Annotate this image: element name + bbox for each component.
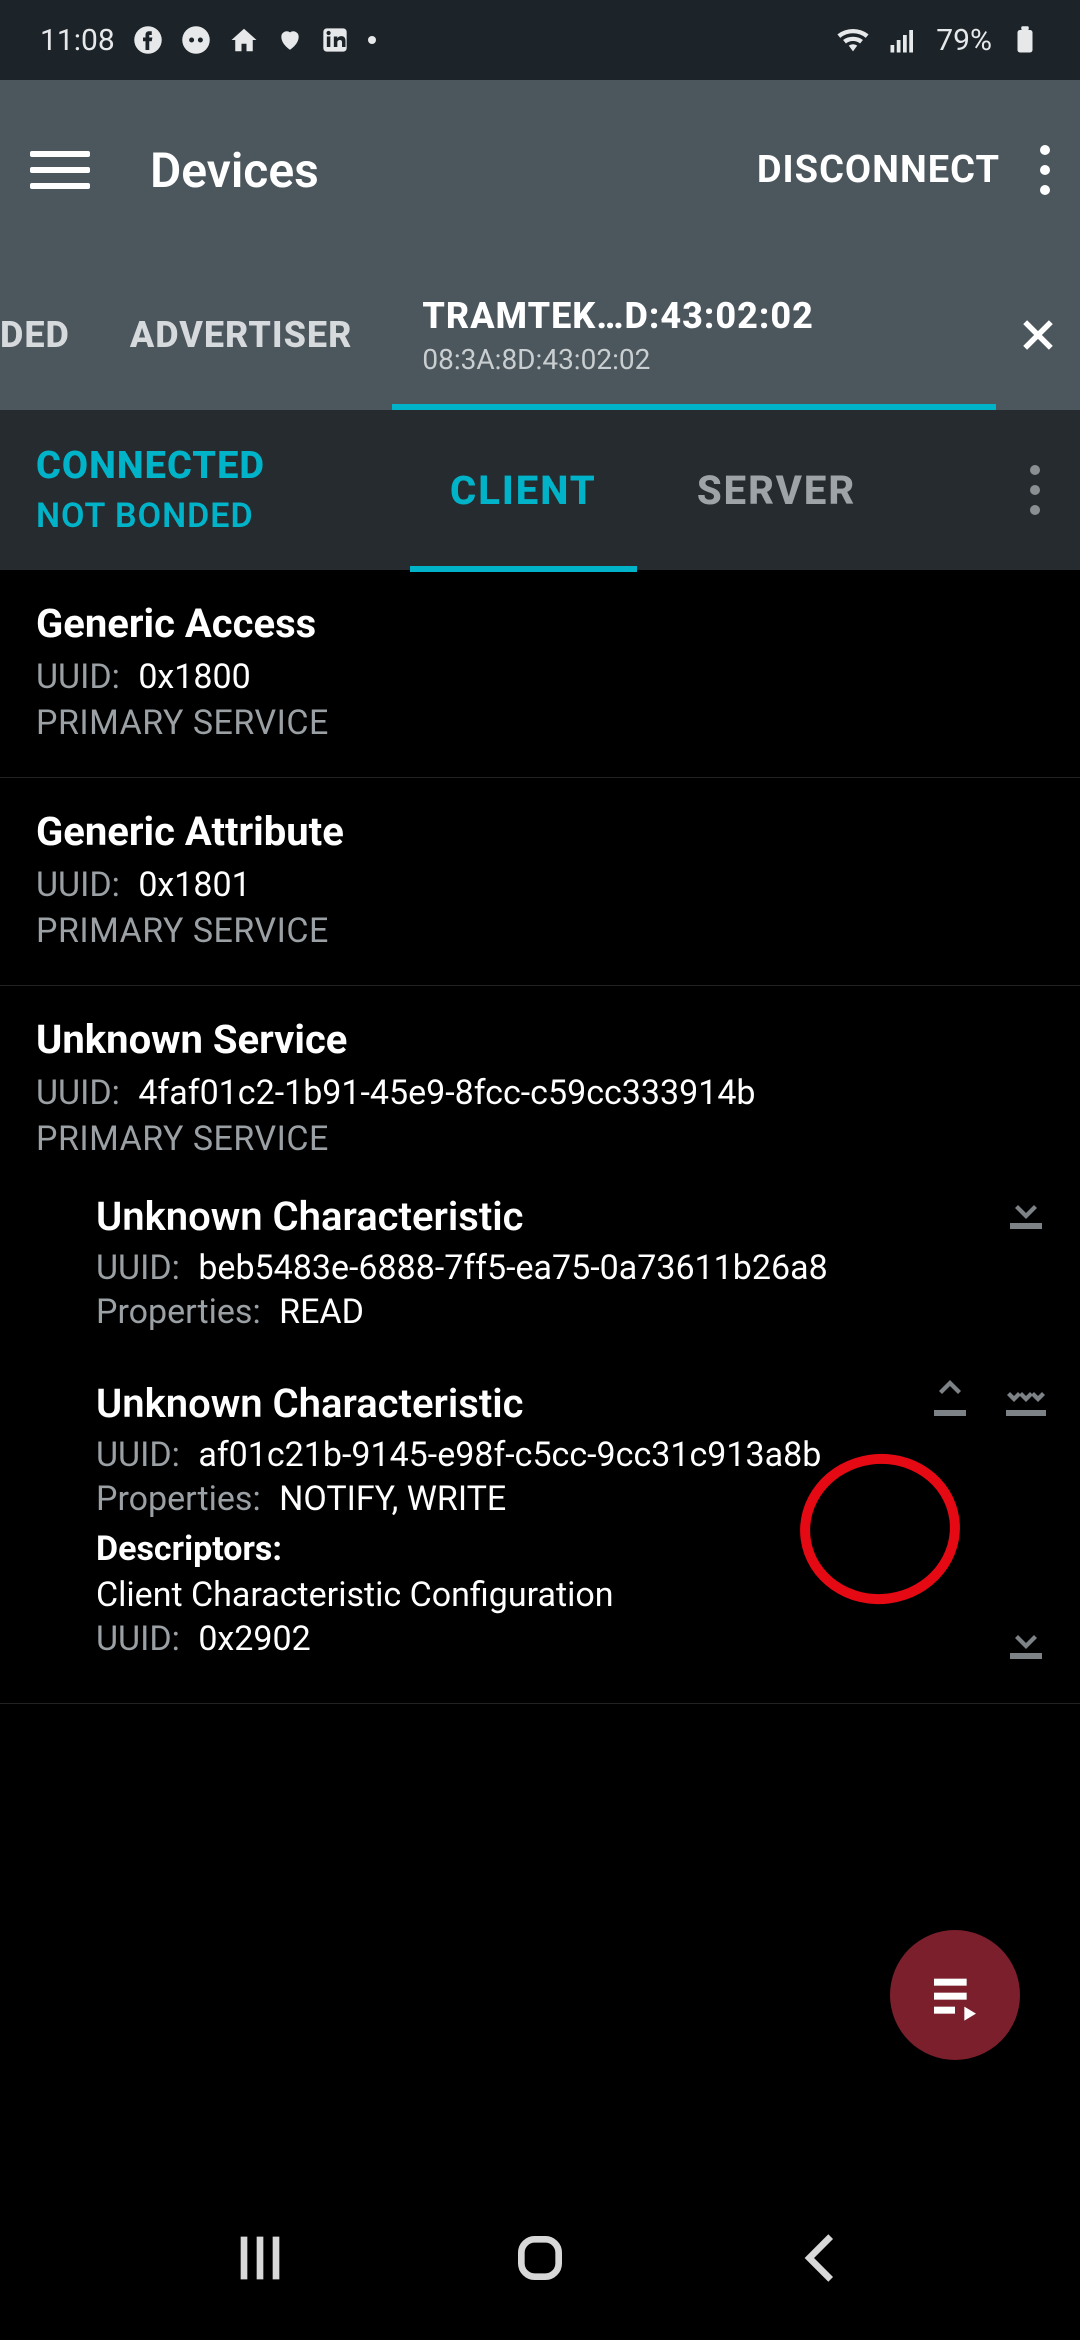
battery-icon	[1010, 25, 1040, 55]
wifi-icon	[836, 23, 870, 57]
nav-back-button[interactable]	[788, 2226, 852, 2294]
device-tabs: DED ADVERTISER TRAMTEK…D:43:02:02 08:3A:…	[0, 260, 1080, 410]
service-type: PRIMARY SERVICE	[36, 703, 1044, 743]
facebook-icon	[133, 25, 163, 55]
home-icon	[229, 25, 259, 55]
uuid-label: UUID:	[36, 1073, 120, 1113]
characteristic-item[interactable]: Unknown Characteristic UUID: beb5483e-68…	[0, 1169, 1080, 1356]
tab-advertiser[interactable]: ADVERTISER	[90, 260, 393, 410]
menu-button[interactable]	[30, 140, 90, 200]
tab-device-mac: 08:3A:8D:43:02:02	[422, 343, 966, 376]
page-title: Devices	[150, 142, 319, 199]
status-bar: 11:08 79%	[0, 0, 1080, 80]
service-uuid: 0x1801	[138, 865, 250, 905]
status-bonded: NOT BONDED	[36, 496, 265, 536]
tab-bonded-partial[interactable]: DED	[0, 260, 90, 410]
uuid-label: UUID:	[96, 1248, 180, 1288]
read-download-icon[interactable]	[1002, 1187, 1050, 1235]
service-item[interactable]: Unknown Service UUID: 4faf01c2-1b91-45e9…	[0, 986, 1080, 1169]
fab-log-button[interactable]	[890, 1930, 1020, 2060]
more-notifications-dot-icon	[367, 35, 377, 45]
uuid-label: UUID:	[36, 657, 120, 697]
overflow-menu-button[interactable]	[1040, 145, 1050, 195]
notify-subscribe-icon[interactable]	[1002, 1374, 1050, 1422]
service-uuid: 4faf01c2-1b91-45e9-8fcc-c59cc333914b	[138, 1073, 755, 1113]
tab-device-name: TRAMTEK…D:43:02:02	[422, 295, 966, 337]
tab-device-active[interactable]: TRAMTEK…D:43:02:02 08:3A:8D:43:02:02	[392, 260, 996, 410]
uuid-label: UUID:	[36, 865, 120, 905]
characteristic-item[interactable]: Unknown Characteristic UUID: af01c21b-91…	[0, 1356, 1080, 1683]
service-name: Unknown Service	[36, 1016, 1044, 1063]
characteristic-uuid: beb5483e-6888-7ff5-ea75-0a73611b26a8	[198, 1248, 827, 1288]
characteristic-name: Unknown Characteristic	[96, 1193, 1044, 1240]
signal-icon	[888, 25, 918, 55]
tab-close-button[interactable]	[996, 260, 1080, 410]
heart-icon	[277, 27, 303, 53]
tab-label: DED	[0, 314, 70, 356]
service-item[interactable]: Generic Attribute UUID: 0x1801 PRIMARY S…	[0, 778, 1080, 986]
connection-subheader: CONNECTED NOT BONDED CLIENT SERVER	[0, 410, 1080, 570]
write-upload-icon[interactable]	[926, 1374, 974, 1422]
subtab-server[interactable]: SERVER	[647, 410, 906, 570]
nav-home-button[interactable]	[508, 2226, 572, 2294]
characteristic-uuid: af01c21b-9145-e98f-c5cc-9cc31c913a8b	[198, 1435, 821, 1475]
uuid-label: UUID:	[96, 1435, 180, 1475]
tab-label: ADVERTISER	[130, 314, 353, 356]
subtab-client[interactable]: CLIENT	[400, 410, 647, 570]
linkedin-icon	[321, 26, 349, 54]
service-type: PRIMARY SERVICE	[36, 1119, 1044, 1159]
reddit-icon	[181, 25, 211, 55]
service-name: Generic Attribute	[36, 808, 1044, 855]
status-time: 11:08	[40, 23, 115, 58]
uuid-label: UUID:	[96, 1619, 180, 1659]
subheader-overflow-button[interactable]	[1030, 465, 1040, 515]
properties-label: Properties:	[96, 1479, 261, 1519]
service-name: Generic Access	[36, 600, 1044, 647]
connection-status: CONNECTED NOT BONDED	[0, 444, 301, 536]
services-list[interactable]: Generic Access UUID: 0x1800 PRIMARY SERV…	[0, 570, 1080, 1704]
disconnect-button[interactable]: DISCONNECT	[757, 148, 1000, 192]
properties-label: Properties:	[96, 1292, 261, 1332]
service-item[interactable]: Generic Access UUID: 0x1800 PRIMARY SERV…	[0, 570, 1080, 778]
descriptor-name: Client Characteristic Configuration	[96, 1575, 1044, 1615]
descriptor-uuid: 0x2902	[198, 1619, 310, 1659]
characteristic-properties: READ	[279, 1292, 364, 1332]
status-connected: CONNECTED	[36, 444, 265, 488]
read-descriptor-icon[interactable]	[1002, 1617, 1050, 1665]
nav-recents-button[interactable]	[228, 2226, 292, 2294]
descriptors-label: Descriptors:	[96, 1529, 1044, 1569]
navigation-bar	[0, 2180, 1080, 2340]
service-type: PRIMARY SERVICE	[36, 911, 1044, 951]
characteristic-name: Unknown Characteristic	[96, 1380, 1044, 1427]
app-bar: Devices DISCONNECT	[0, 80, 1080, 260]
service-uuid: 0x1800	[138, 657, 250, 697]
battery-percent: 79%	[936, 23, 992, 58]
characteristic-properties: NOTIFY, WRITE	[279, 1479, 506, 1519]
